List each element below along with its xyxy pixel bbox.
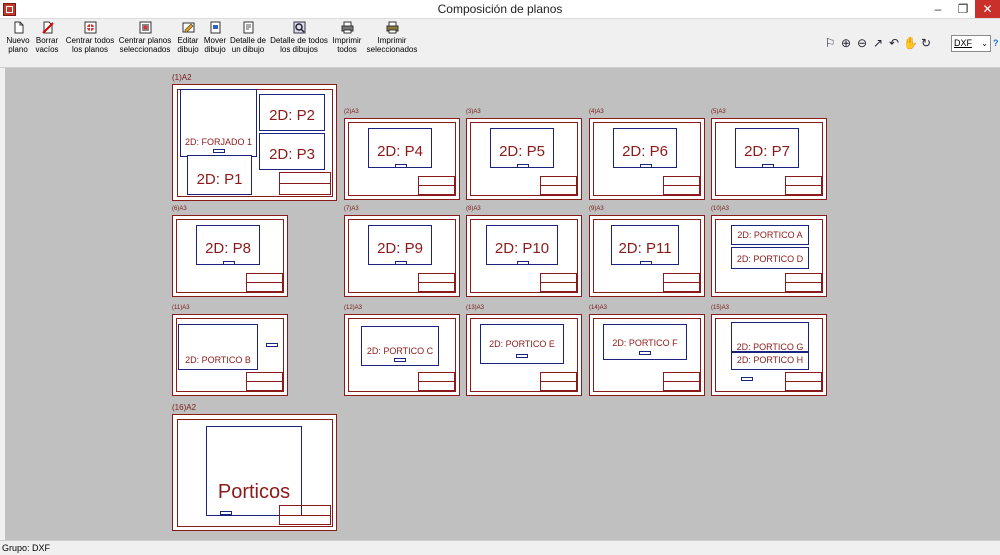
detail-all-button[interactable]: Detalle de todos los dibujos — [268, 21, 330, 54]
sheet-label: (7)A3 — [344, 206, 359, 212]
maximize-button[interactable]: ❐ — [951, 0, 975, 18]
detail-one-icon — [243, 21, 253, 34]
sheet-15[interactable]: (15)A3 2D: PORTICO G 2D: PORTICO H — [711, 305, 827, 396]
sheet-6[interactable]: (6)A3 2D: P8 — [172, 206, 288, 297]
sheet-4[interactable]: (4)A3 2D: P6 — [589, 109, 705, 200]
sheet-label: (4)A3 — [589, 109, 604, 115]
edit-drawing-icon — [182, 22, 194, 33]
erase-empty-button[interactable]: Borrar vacíos — [34, 21, 60, 54]
sheet-3[interactable]: (3)A3 2D: P5 — [466, 109, 582, 200]
zoom-extents-icon[interactable]: ↗ — [871, 36, 885, 50]
erase-icon — [41, 21, 54, 34]
print-all-icon — [341, 21, 353, 34]
sheet-12[interactable]: (12)A3 2D: PORTICO C — [344, 305, 460, 396]
minimize-button[interactable]: – — [925, 0, 951, 18]
zoom-out-icon[interactable]: ⊖ — [855, 36, 869, 50]
detail-all-icon — [293, 21, 305, 34]
drawing-portico-h[interactable]: 2D: PORTICO H — [731, 352, 809, 370]
drawing-p1[interactable]: 2D: P1 — [187, 155, 252, 195]
drawing-p6[interactable]: 2D: P6 — [613, 128, 677, 168]
drawing-porticos[interactable]: Porticos — [206, 426, 302, 516]
sheet-11[interactable]: (11)A3 2D: PORTICO B — [172, 305, 288, 396]
edit-drawing-button[interactable]: Editar dibujo — [176, 21, 200, 54]
chevron-down-icon: ⌄ — [981, 39, 988, 48]
center-all-icon — [84, 21, 96, 34]
sheet-label: (14)A3 — [589, 305, 608, 311]
window-title: Composición de planos — [437, 2, 563, 16]
sheet-8[interactable]: (8)A3 2D: P10 — [466, 206, 582, 297]
drawing-portico-a[interactable]: 2D: PORTICO A — [731, 225, 809, 245]
sheet-2[interactable]: (2)A3 2D: P4 — [344, 109, 460, 200]
zoom-previous-icon[interactable]: ↶ — [887, 36, 901, 50]
print-all-button[interactable]: Imprimir todos — [332, 21, 362, 54]
pan-icon[interactable]: ✋ — [903, 36, 918, 50]
drawing-forjado-1[interactable]: 2D: FORJADO 1 — [180, 89, 257, 157]
sheet-13[interactable]: (13)A3 2D: PORTICO E — [466, 305, 582, 396]
print-selected-icon — [386, 21, 398, 34]
sheet-16[interactable]: (16)A2 Porticos — [172, 403, 337, 531]
drawing-portico-g[interactable]: 2D: PORTICO G — [731, 322, 809, 352]
zoom-in-icon[interactable]: ⊕ — [839, 36, 853, 50]
sheet-label: (10)A3 — [711, 206, 730, 212]
sheet-label: (11)A3 — [172, 305, 190, 311]
drawing-p9[interactable]: 2D: P9 — [368, 225, 432, 265]
move-drawing-button[interactable]: Mover dibujo — [202, 21, 228, 54]
sheet-7[interactable]: (7)A3 2D: P9 — [344, 206, 460, 297]
new-plan-button[interactable]: Nuevo plano — [4, 21, 32, 54]
sheet-label: (12)A3 — [344, 305, 363, 311]
drawing-p10[interactable]: 2D: P10 — [486, 225, 558, 265]
drawing-p3[interactable]: 2D: P3 — [259, 133, 325, 170]
drawing-portico-f[interactable]: 2D: PORTICO F — [603, 324, 687, 360]
sheet-label: (3)A3 — [466, 109, 481, 115]
sheet-1[interactable]: (1)A2 2D: FORJADO 1 2D: P2 2D: P3 2D: P1 — [172, 73, 337, 201]
sheet-label: (15)A3 — [711, 305, 730, 311]
sheet-label: (1)A2 — [172, 73, 192, 82]
sheet-label: (8)A3 — [466, 206, 481, 212]
drawing-p2[interactable]: 2D: P2 — [259, 94, 325, 131]
sheet-label: (2)A3 — [344, 109, 359, 115]
sheet-label: (16)A2 — [172, 403, 197, 412]
refresh-icon[interactable]: ↻ — [919, 36, 933, 50]
drawing-p11[interactable]: 2D: P11 — [611, 225, 679, 265]
help-icon[interactable]: ? — [993, 38, 1000, 48]
format-select[interactable]: DXF ⌄ — [951, 35, 991, 52]
sheet-14[interactable]: (14)A3 2D: PORTICO F — [589, 305, 705, 396]
drawing-portico-c[interactable]: 2D: PORTICO C — [361, 326, 439, 366]
status-bar: Grupo: DXF — [0, 540, 1000, 555]
toolbar: Nuevo plano Borrar vacíos Centrar todos los… — [0, 19, 1000, 68]
drawing-portico-b[interactable]: 2D: PORTICO B — [178, 324, 258, 370]
title-bar: Composición de planos – ❐ ✕ — [0, 0, 1000, 19]
sheet-label: (9)A3 — [589, 206, 604, 212]
sheet-5[interactable]: (5)A3 2D: P7 — [711, 109, 827, 200]
close-button[interactable]: ✕ — [975, 0, 1000, 18]
print-selected-button[interactable]: Imprimir seleccionados — [364, 21, 420, 54]
drawing-portico-e[interactable]: 2D: PORTICO E — [480, 324, 564, 364]
sheet-9[interactable]: (9)A3 2D: P11 — [589, 206, 705, 297]
new-page-icon — [14, 21, 23, 34]
center-all-button[interactable]: Centrar todos los planos — [64, 21, 116, 54]
drawing-p4[interactable]: 2D: P4 — [368, 128, 432, 168]
sheet-label: (6)A3 — [172, 206, 187, 212]
sheet-canvas[interactable]: (1)A2 2D: FORJADO 1 2D: P2 2D: P3 2D: P1… — [5, 68, 1000, 540]
drawing-portico-d[interactable]: 2D: PORTICO D — [731, 247, 809, 269]
status-text: Grupo: DXF — [2, 543, 51, 553]
detail-one-button[interactable]: Detalle de un dibujo — [229, 21, 267, 54]
drawing-p7[interactable]: 2D: P7 — [735, 128, 799, 168]
drawing-p5[interactable]: 2D: P5 — [490, 128, 554, 168]
sheet-label: (13)A3 — [466, 305, 485, 311]
move-drawing-icon — [210, 21, 220, 34]
center-selected-icon — [139, 21, 151, 34]
drawing-p8[interactable]: 2D: P8 — [196, 225, 260, 265]
sheet-label: (5)A3 — [711, 109, 726, 115]
center-selected-button[interactable]: Centrar planos seleccionados — [117, 21, 173, 54]
sheet-10[interactable]: (10)A3 2D: PORTICO A 2D: PORTICO D — [711, 206, 827, 297]
zoom-window-icon[interactable]: ⚐ — [823, 36, 837, 50]
